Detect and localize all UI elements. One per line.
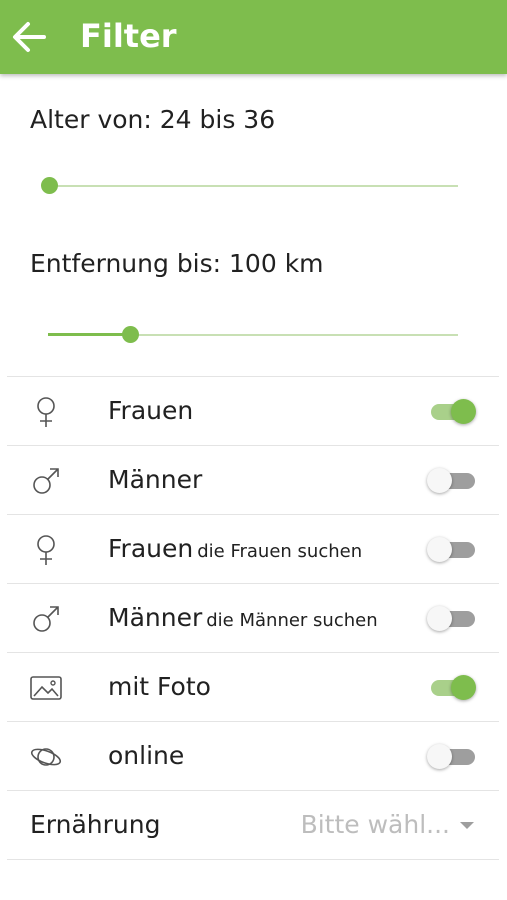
men-toggle[interactable]: [427, 467, 477, 493]
dropdown-caret-icon: [460, 822, 474, 829]
filter-row-women-seeking-women: Frauen die Frauen suchen: [7, 514, 499, 583]
men-seeking-men-toggle[interactable]: [427, 605, 477, 631]
filter-row-men-seeking-men: Männer die Männer suchen: [7, 583, 499, 652]
online-toggle[interactable]: [427, 743, 477, 769]
filter-label: Männer: [108, 465, 203, 494]
with-photo-toggle[interactable]: [427, 674, 477, 700]
filter-label: mit Foto: [108, 672, 211, 701]
filter-row-women: Frauen: [7, 376, 499, 445]
filter-label: Männer die Männer suchen: [108, 603, 378, 632]
diet-dropdown[interactable]: Bitte wähl...: [301, 791, 474, 859]
male-icon: [33, 468, 59, 494]
filter-row-with-photo: mit Foto: [7, 652, 499, 721]
diet-row: Ernährung Bitte wähl...: [7, 790, 499, 859]
filter-row-men: Männer: [7, 445, 499, 514]
distance-slider[interactable]: [48, 323, 458, 347]
female-icon: [37, 397, 55, 427]
women-seeking-women-toggle[interactable]: [427, 536, 477, 562]
male-icon: [33, 606, 59, 632]
distance-slider-thumb[interactable]: [122, 326, 139, 343]
age-range-slider[interactable]: [41, 174, 458, 198]
filter-label: online: [108, 741, 185, 770]
page-title: Filter: [80, 17, 177, 55]
filter-row-online: online: [7, 721, 499, 790]
diet-label: Ernährung: [30, 810, 161, 839]
photo-icon: [30, 676, 62, 700]
women-toggle[interactable]: [427, 398, 477, 424]
filter-list: Frauen Männer Frauen die Frauen suchen Mä…: [7, 376, 499, 860]
app-bar: Filter: [0, 0, 507, 74]
distance-slider-fill: [48, 333, 130, 336]
divider: [7, 859, 499, 860]
distance-label: Entfernung bis: 100 km: [30, 249, 324, 278]
planet-icon: [30, 748, 62, 766]
age-slider-track: [48, 185, 458, 187]
filter-label: Frauen: [108, 396, 194, 425]
age-slider-thumb[interactable]: [41, 177, 58, 194]
age-range-label: Alter von: 24 bis 36: [30, 105, 276, 134]
filter-label: Frauen die Frauen suchen: [108, 534, 363, 563]
female-icon: [37, 535, 55, 565]
diet-dropdown-value: Bitte wähl...: [300, 810, 450, 839]
back-arrow-icon[interactable]: [10, 18, 48, 56]
